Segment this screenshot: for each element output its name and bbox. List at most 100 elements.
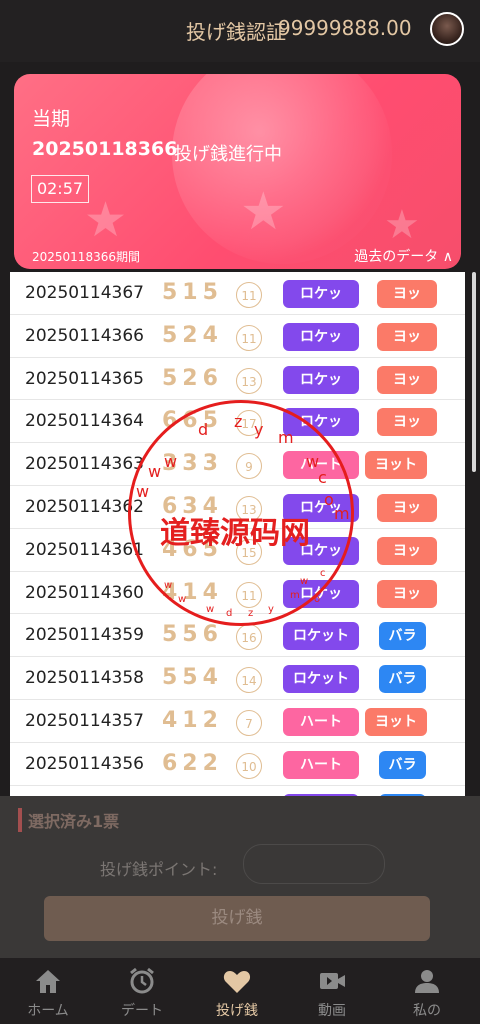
history-row: 20250114357 412 7 ハート ヨット <box>10 700 465 743</box>
watermark-letter: w <box>206 604 215 615</box>
row-tag-primary: ロケッ <box>283 365 359 394</box>
selected-count: 選択済み1票 <box>18 808 119 832</box>
alarm-clock-icon <box>130 967 154 994</box>
history-row: 20250114356 622 10 ハート バラ <box>10 743 465 786</box>
row-tag-primary: ロケッ <box>283 280 359 308</box>
watermark-letter: z <box>234 412 243 431</box>
row-tag-primary: ハート <box>283 750 359 779</box>
heart-icon <box>223 971 251 993</box>
row-tag-primary: ロケッ <box>283 322 359 351</box>
history-row: 2025011435546616ロケットバラ <box>10 786 465 796</box>
row-tag-secondary: バラ <box>379 665 426 694</box>
row-tag-secondary: ヨッ <box>377 493 437 522</box>
tab-label: 動画 <box>318 1003 346 1019</box>
history-toggle[interactable]: 過去のデータ ∧ <box>354 246 453 266</box>
history-row: 20250114358 554 14 ロケット バラ <box>10 657 465 700</box>
tab-tipping[interactable]: 投げ銭 <box>192 966 282 1020</box>
row-sum: 16 <box>236 624 262 651</box>
row-tag-secondary: ヨット <box>365 707 427 736</box>
row-issue: 20250114361 <box>25 539 144 560</box>
star-icon: ★ <box>84 192 128 248</box>
star-icon: ★ <box>384 202 420 248</box>
row-numbers: 556 <box>162 622 223 648</box>
watermark-letter: y <box>254 420 264 439</box>
tab-date[interactable]: デート <box>97 966 187 1020</box>
watermark-letter: w <box>178 594 187 605</box>
top-bar: 投げ銭認証 99999888.00 <box>0 0 480 62</box>
row-tag-secondary: ヨッ <box>377 579 437 608</box>
tab-label: 私の <box>413 1003 441 1019</box>
avatar[interactable] <box>430 12 464 46</box>
video-icon <box>320 973 345 989</box>
issue-status: 投げ銭進行中 <box>174 144 282 165</box>
row-numbers: 515 <box>162 280 223 305</box>
row-sum: 14 <box>236 667 262 694</box>
row-numbers: 526 <box>162 365 223 391</box>
row-sum: 11 <box>236 324 262 351</box>
row-tag-secondary: ヨッ <box>377 322 437 351</box>
row-sum: 7 <box>236 709 262 736</box>
watermark-letter: w <box>300 576 309 587</box>
star-icon: ★ <box>240 182 287 242</box>
user-icon <box>415 970 439 993</box>
row-issue: 20250114357 <box>25 710 144 731</box>
row-numbers: 524 <box>162 322 223 348</box>
watermark-letter: y <box>268 604 274 615</box>
row-numbers: 622 <box>162 750 223 776</box>
row-tag-secondary: ヨッ <box>377 536 437 565</box>
history-row: 20250114366 524 11 ロケッ ヨッ <box>10 315 465 358</box>
row-sum: 13 <box>236 367 262 394</box>
history-row: 20250114365 526 13 ロケッ ヨッ <box>10 358 465 401</box>
row-issue: 20250114363 <box>25 454 144 475</box>
row-tag-primary: ロケット <box>283 622 359 651</box>
row-tag-secondary: ヨット <box>365 451 427 480</box>
watermark-letter: z <box>248 608 254 619</box>
points-input[interactable] <box>243 844 385 884</box>
current-period-card: ★ ★ ★ 当期 20250118366 投げ銭進行中 02:57 202501… <box>14 74 461 269</box>
watermark-letter: w <box>164 580 173 591</box>
watermark-letter: m <box>278 428 294 447</box>
points-label: 投げ銭ポイント: <box>100 860 218 879</box>
row-tag-secondary: ヨッ <box>377 365 437 394</box>
current-issue: 20250118366 <box>32 138 178 160</box>
countdown-timer: 02:57 <box>31 175 89 203</box>
row-tag-primary: ロケット <box>283 665 359 694</box>
watermark-letter: m <box>290 590 300 601</box>
page-title: 投げ銭認証 <box>186 20 286 44</box>
row-numbers: 412 <box>162 707 223 733</box>
row-issue: 20250114359 <box>25 625 144 646</box>
row-tag-primary: ハート <box>283 707 359 736</box>
tab-label: デート <box>121 1003 163 1019</box>
watermark-letter: d <box>198 420 209 439</box>
watermark-letter: w <box>136 482 150 501</box>
row-issue: 20250114366 <box>25 325 144 346</box>
home-icon <box>36 970 60 993</box>
period-label: 20250118366期間 <box>32 250 140 264</box>
watermark-letter: d <box>226 608 233 619</box>
row-issue: 20250114358 <box>25 668 144 689</box>
row-tag-secondary: ヨッ <box>377 408 437 437</box>
row-tag-secondary: バラ <box>379 750 426 779</box>
row-issue: 20250114364 <box>25 411 144 432</box>
watermark-letter: m <box>334 504 350 523</box>
tab-home[interactable]: ホーム <box>3 966 93 1020</box>
row-issue: 20250114367 <box>25 283 144 303</box>
current-label: 当期 <box>32 108 71 130</box>
watermark-letter: c <box>320 568 326 579</box>
row-issue: 20250114360 <box>25 582 144 603</box>
tab-label: 投げ銭 <box>216 1003 258 1019</box>
row-issue: 20250114362 <box>25 496 144 517</box>
watermark-text: 道臻源码网 <box>160 516 310 551</box>
row-issue: 20250114365 <box>25 368 144 389</box>
submit-bet-button[interactable]: 投げ銭 <box>44 896 430 941</box>
history-row: 20250114367 515 11 ロケッ ヨッ <box>10 272 465 315</box>
watermark-letter: w <box>148 462 162 481</box>
row-issue: 20250114356 <box>25 753 144 774</box>
watermark-letter: o <box>314 594 321 605</box>
watermark-letter: w <box>164 452 178 471</box>
tab-video[interactable]: 動画 <box>287 966 377 1020</box>
row-tag-secondary: バラ <box>379 622 426 651</box>
balance-amount: 99999888.00 <box>278 16 412 40</box>
scrollbar[interactable] <box>472 272 476 472</box>
tab-profile[interactable]: 私の <box>382 966 472 1020</box>
